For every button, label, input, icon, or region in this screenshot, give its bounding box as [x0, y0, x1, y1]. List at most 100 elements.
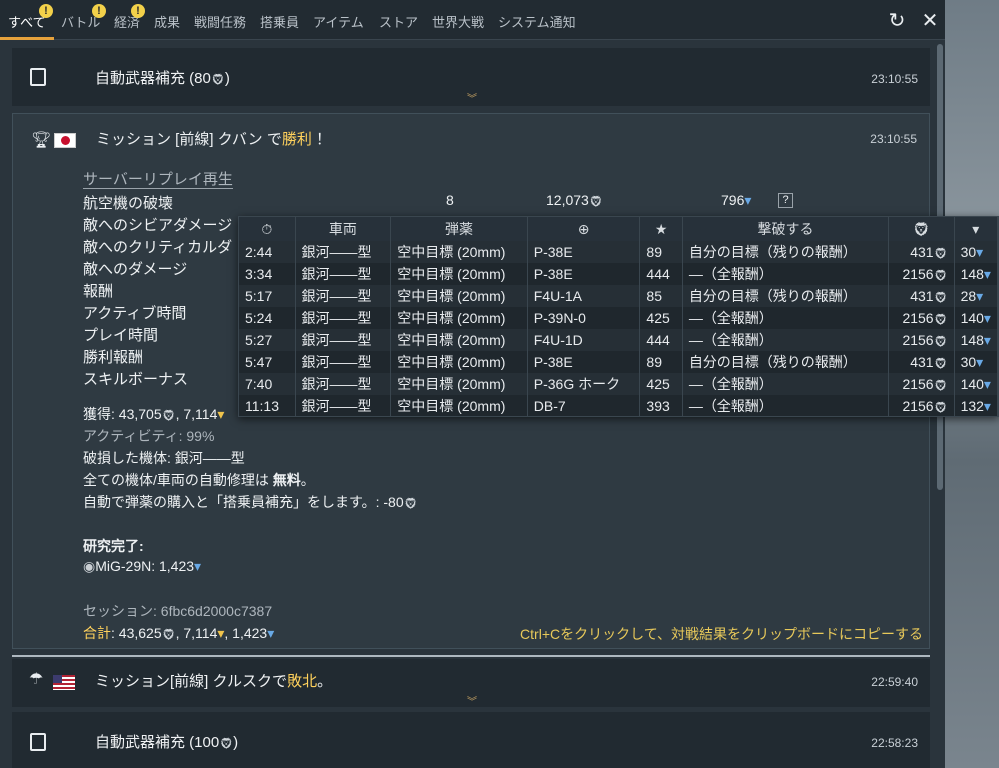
cell-silver: 2156🦁︎ — [888, 329, 955, 351]
expand-chevron-icon[interactable]: ︾ — [467, 693, 477, 708]
table-row: 7:40 銀河――型 空中目標 (20mm) P-36G ホーク 425 ―（全報酬） 21… — [239, 373, 998, 395]
cell-vehicle: 銀河――型 — [295, 285, 392, 307]
expand-chevron-icon[interactable]: ︾ — [467, 90, 477, 105]
silver-lion-icon: 🦁︎ — [933, 380, 948, 392]
cell-score: 444 — [639, 329, 683, 351]
silver-lion-icon: 🦁︎ — [933, 248, 948, 260]
cell-silver: 431🦁︎ — [888, 285, 955, 307]
stat-label: アクティブ時間 — [83, 305, 187, 322]
entry-title: ミッション [前線] クバン で勝利 ！ — [96, 131, 332, 148]
cell-reward: ―（全報酬） — [682, 263, 890, 285]
tab-system-notices[interactable]: システム通知 — [498, 12, 576, 31]
cell-ammo: 空中目標 (20mm) — [390, 351, 528, 373]
cell-vehicle: 銀河――型 — [295, 263, 392, 285]
alert-icon: ! — [39, 4, 53, 18]
silver-lion-icon: 🦁︎ — [933, 358, 948, 370]
star-icon: ★ — [639, 217, 683, 241]
golden-eagle-icon: ▾ — [217, 406, 225, 422]
cell-ammo: 空中目標 (20mm) — [390, 285, 528, 307]
help-icon[interactable]: ? — [778, 193, 793, 208]
cell-rp: 30▾ — [954, 241, 998, 263]
tab-store[interactable]: ストア — [379, 12, 418, 31]
repair-info: 全ての機体/車両の自動修理は 無料。 — [83, 472, 315, 488]
divider — [12, 655, 930, 657]
alert-icon: ! — [131, 4, 145, 18]
cell-reward: 自分の目標（残りの報酬） — [682, 285, 890, 307]
tab-items[interactable]: アイテム — [313, 12, 364, 31]
cell-vehicle: 銀河――型 — [295, 351, 392, 373]
copy-hint[interactable]: Ctrl+Cをクリックして、対戦結果をクリップボードにコピーする — [520, 624, 923, 644]
entry-title: 自動武器補充 (80🦁︎) — [95, 70, 230, 87]
auto-purchase-info: 自動で弾薬の購入と「搭乗員補充」をします。: -80🦁︎ — [83, 494, 418, 510]
cell-ammo: 空中目標 (20mm) — [390, 307, 528, 329]
timestamp: 22:59:40 — [871, 675, 918, 689]
stat-silver: 12,073🦁︎ — [546, 192, 603, 208]
table-row: 5:47 銀河――型 空中目標 (20mm) P-38E 89 自分の目標（残りの報酬） 4… — [239, 351, 998, 373]
cell-score: 85 — [639, 285, 683, 307]
server-replay-link[interactable]: サーバーリプレイ再生 — [83, 168, 233, 189]
cell-target: P-39N-0 — [527, 307, 641, 329]
research-point-icon: ▾ — [983, 375, 991, 392]
cell-target: F4U-1A — [527, 285, 641, 307]
cell-target: P-38E — [527, 351, 641, 373]
silver-lion-icon: 🦁︎ — [888, 217, 955, 241]
timestamp: 23:10:55 — [870, 132, 917, 146]
table-row: 3:34 銀河――型 空中目標 (20mm) P-38E 444 ―（全報酬） 2156🦁︎… — [239, 263, 998, 285]
stat-rp: 796▾ — [721, 192, 752, 208]
table-row: 11:13 銀河――型 空中目標 (20mm) DB-7 393 ―（全報酬） 2156🦁︎… — [239, 395, 998, 416]
cell-rp: 30▾ — [954, 351, 998, 373]
cell-silver: 2156🦁︎ — [888, 395, 955, 416]
cell-ammo: 空中目標 (20mm) — [390, 241, 528, 263]
stat-label: 航空機の破壊 — [83, 195, 174, 212]
feed-entry-auto-ammo[interactable]: 自動武器補充 (80🦁︎) 23:10:55 ︾ — [12, 48, 930, 106]
silver-lion-icon: 🦁︎ — [933, 292, 948, 304]
cell-rp: 140▾ — [954, 307, 998, 329]
cell-time: 7:40 — [239, 373, 296, 395]
research-point-icon: ▾ — [983, 331, 991, 348]
cell-silver: 431🦁︎ — [888, 241, 955, 263]
cell-time: 5:27 — [239, 329, 296, 351]
cell-time: 5:47 — [239, 351, 296, 373]
research-point-icon: ▾ — [976, 287, 984, 304]
cell-silver: 2156🦁︎ — [888, 307, 955, 329]
cell-vehicle: 銀河――型 — [295, 307, 392, 329]
research-point-icon: ▾ — [976, 243, 984, 260]
stat-label: 敵へのシビアダメージ — [83, 217, 233, 234]
cell-score: 444 — [639, 263, 683, 285]
cell-vehicle: 銀河――型 — [295, 373, 392, 395]
tab-world-war[interactable]: 世界大戦 — [432, 12, 484, 31]
silver-lion-icon: 🦁︎ — [161, 410, 176, 422]
feed-entry-auto-ammo[interactable]: 自動武器補充 (100🦁︎) 22:58:23 — [12, 712, 930, 768]
silver-lion-icon: 🦁︎ — [210, 74, 225, 86]
tab-crew[interactable]: 搭乗員 — [260, 12, 299, 31]
cell-ammo: 空中目標 (20mm) — [390, 263, 528, 285]
cell-reward: ―（全報酬） — [682, 395, 890, 416]
refresh-button[interactable]: ↻ — [886, 10, 908, 32]
close-button[interactable]: ✕ — [919, 10, 941, 32]
earned-summary: 獲得: 43,705🦁︎, 7,114▾ — [83, 406, 225, 422]
research-point-icon: ▾ — [744, 192, 752, 208]
research-point-icon: ▾ — [194, 558, 202, 574]
cell-silver: 2156🦁︎ — [888, 373, 955, 395]
tab-battle-tasks[interactable]: 戦闘任務 — [194, 12, 246, 31]
alert-icon: ! — [92, 4, 106, 18]
silver-lion-icon: 🦁︎ — [219, 738, 234, 750]
kill-table: ⏱ 車両 弾薬 ⊕ ★ 撃破する 🦁︎ ▾ 2:44 銀河――型 空中目標 (20m… — [239, 217, 998, 416]
clock-icon: ⏱ — [239, 217, 296, 241]
crosshair-icon: ⊕ — [527, 217, 641, 241]
silver-lion-icon: 🦁︎ — [933, 336, 948, 348]
cell-rp: 132▾ — [954, 395, 998, 416]
entry-title: ミッション[前線] クルスクで敗北。 — [95, 673, 333, 690]
research-point-icon: ▾ — [976, 353, 984, 370]
cell-time: 5:24 — [239, 307, 296, 329]
damaged-vehicle: 破損した機体: 銀河――型 — [83, 450, 245, 466]
total-summary: 合計: 43,625🦁︎, 7,114▾, 1,423▾ — [83, 625, 275, 641]
tab-achievements[interactable]: ! 成果 — [131, 4, 180, 31]
silver-lion-icon: 🦁︎ — [588, 196, 603, 208]
cell-score: 89 — [639, 241, 683, 263]
cell-reward: ―（全報酬） — [682, 329, 890, 351]
stat-label: 敵へのダメージ — [83, 261, 188, 278]
feed-entry-mission-defeat[interactable]: ☂︎ ミッション[前線] クルスクで敗北。 22:59:40 ︾ — [12, 659, 930, 708]
active-tab-indicator — [0, 37, 54, 40]
research-point-icon: ▾ — [267, 625, 275, 641]
